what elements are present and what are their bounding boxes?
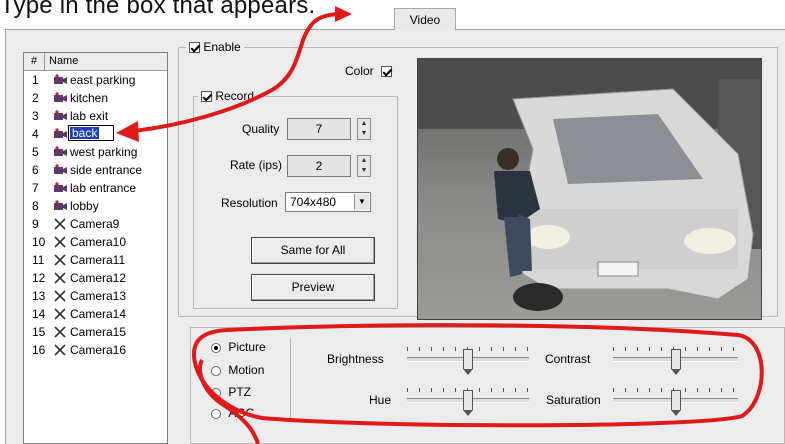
annotation-overlay (116, 6, 764, 444)
arrow-tail-icon (335, 6, 352, 22)
annotation-line (198, 359, 260, 444)
annotation-outline (191, 323, 764, 428)
annotation-arrow (132, 12, 343, 133)
arrowhead-icon (116, 121, 139, 142)
